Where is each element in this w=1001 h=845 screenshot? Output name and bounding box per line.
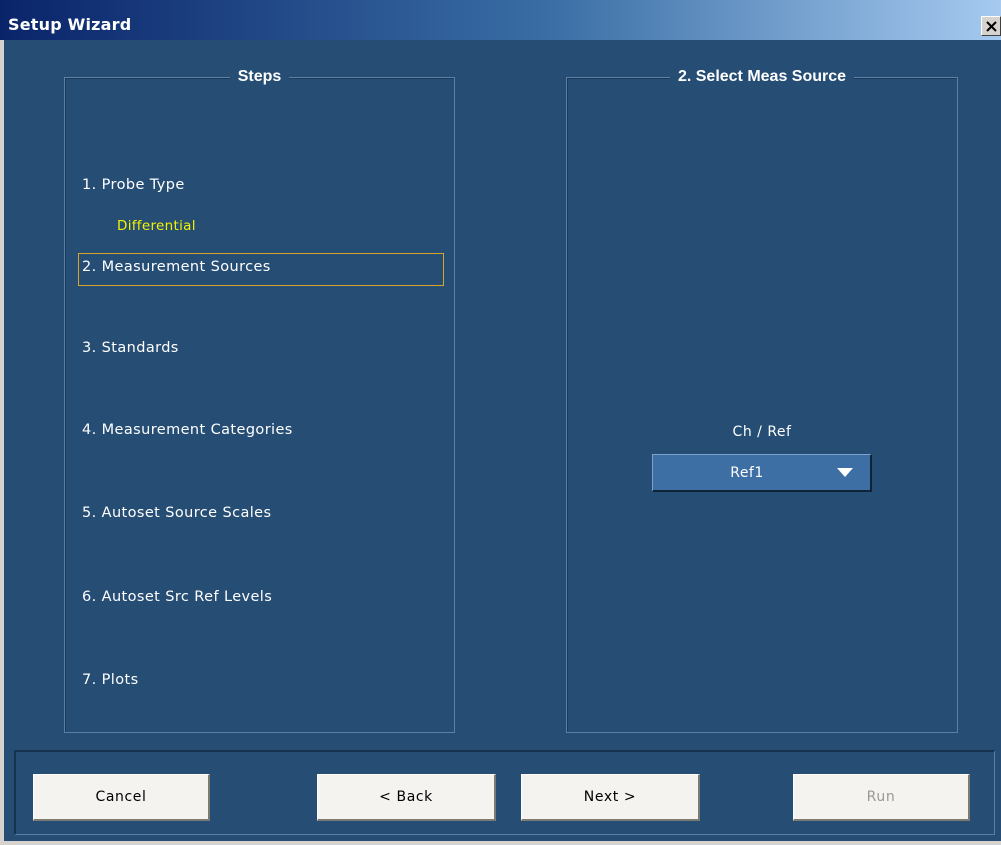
cancel-button[interactable]: Cancel [33,774,210,821]
wizard-body: Steps 1. Probe Type Differential 2. Meas… [4,40,1001,841]
steps-legend: Steps [229,68,290,85]
step-measurement-categories[interactable]: 4. Measurement Categories [82,422,293,438]
step-measurement-sources[interactable]: 2. Measurement Sources [82,259,271,275]
close-icon [985,20,997,32]
source-dropdown[interactable]: Ref1 [652,454,872,492]
close-button[interactable] [981,16,1001,36]
ch-ref-label: Ch / Ref [732,424,792,440]
run-button[interactable]: Run [793,774,970,821]
step-plots[interactable]: 7. Plots [82,672,139,688]
probe-type-value: Differential [117,218,196,234]
step-standards[interactable]: 3. Standards [82,340,179,356]
back-button[interactable]: < Back [317,774,496,821]
steps-panel: Steps 1. Probe Type Differential 2. Meas… [64,68,455,733]
chevron-down-icon [837,468,853,477]
step-autoset-source-scales[interactable]: 5. Autoset Source Scales [82,505,271,521]
select-meas-source-panel: 2. Select Meas Source Ch / Ref Ref1 [566,68,958,733]
next-button[interactable]: Next > [521,774,700,821]
step-probe-type[interactable]: 1. Probe Type [82,177,185,193]
setup-wizard-window: Setup Wizard Steps 1. Probe Type Differe… [0,0,1001,845]
step-autoset-src-ref-levels[interactable]: 6. Autoset Src Ref Levels [82,589,272,605]
title-bar[interactable]: Setup Wizard [0,0,1001,40]
select-meas-source-legend: 2. Select Meas Source [669,68,855,85]
source-dropdown-value: Ref1 [730,465,764,481]
window-title: Setup Wizard [8,15,132,34]
